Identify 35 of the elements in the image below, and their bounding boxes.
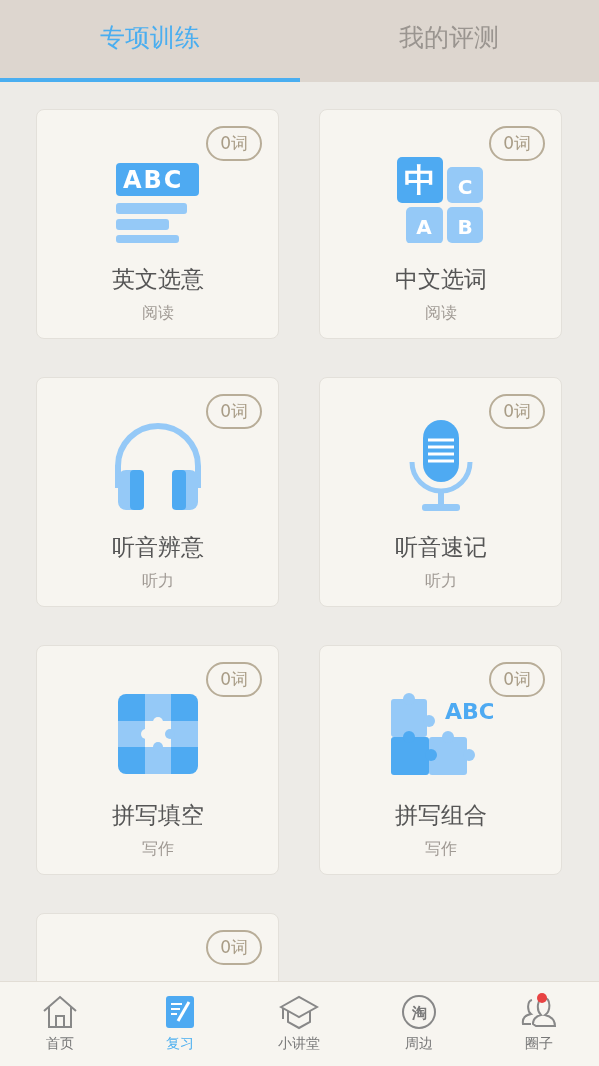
exercise-title: 听音速记 <box>394 533 487 562</box>
exercise-category: 阅读 <box>141 303 174 324</box>
exercise-category: 听力 <box>141 571 174 592</box>
exercise-title: 拼写填空 <box>111 801 204 830</box>
word-count-badge: 0词 <box>489 126 545 161</box>
exercise-title: 拼写组合 <box>394 801 487 830</box>
exercise-card[interactable]: 0词 听音辨意 听力 <box>36 377 279 607</box>
exercise-title: 听音辨意 <box>111 533 204 562</box>
exercise-category: 听力 <box>424 571 457 592</box>
nav-tab[interactable]: 首页 <box>0 982 120 1066</box>
word-count-badge: 0词 <box>206 930 262 965</box>
exercise-card[interactable]: 0词 拼写填空 写作 <box>36 645 279 875</box>
nav-tab[interactable]: 圈子 <box>479 982 599 1066</box>
exercise-title: 中文选词 <box>394 265 487 294</box>
puzzle-icon <box>116 693 199 775</box>
graduation-cap-icon <box>279 994 320 1030</box>
word-count-badge: 0词 <box>489 394 545 429</box>
exercise-category: 写作 <box>141 839 174 860</box>
exercise-card[interactable]: 0词 听音速记 听力 <box>319 377 562 607</box>
word-count-badge: 0词 <box>206 394 262 429</box>
exercise-card[interactable]: 0词 ABC 英文选意 阅读 <box>36 109 279 339</box>
exercise-title: 英文选意 <box>111 265 204 294</box>
word-count-badge: 0词 <box>206 126 262 161</box>
home-icon <box>41 994 78 1030</box>
word-count-badge: 0词 <box>489 662 545 697</box>
badge-icon: 淘 <box>401 994 438 1030</box>
nav-tab[interactable]: 淘 周边 <box>359 982 480 1066</box>
nav-tab[interactable]: 小讲堂 <box>239 982 360 1066</box>
exercise-category: 阅读 <box>424 303 457 324</box>
exercise-card[interactable]: 0词 ABC 拼写组合 写作 <box>319 645 562 875</box>
nav-tab[interactable]: 复习 <box>119 982 240 1066</box>
exercise-category: 写作 <box>424 839 457 860</box>
exercise-card[interactable]: 0词 中 C A B 中文选词 阅读 <box>319 109 562 339</box>
exercise-card[interactable]: 0词 <box>36 913 279 981</box>
word-count-badge: 0词 <box>206 662 262 697</box>
